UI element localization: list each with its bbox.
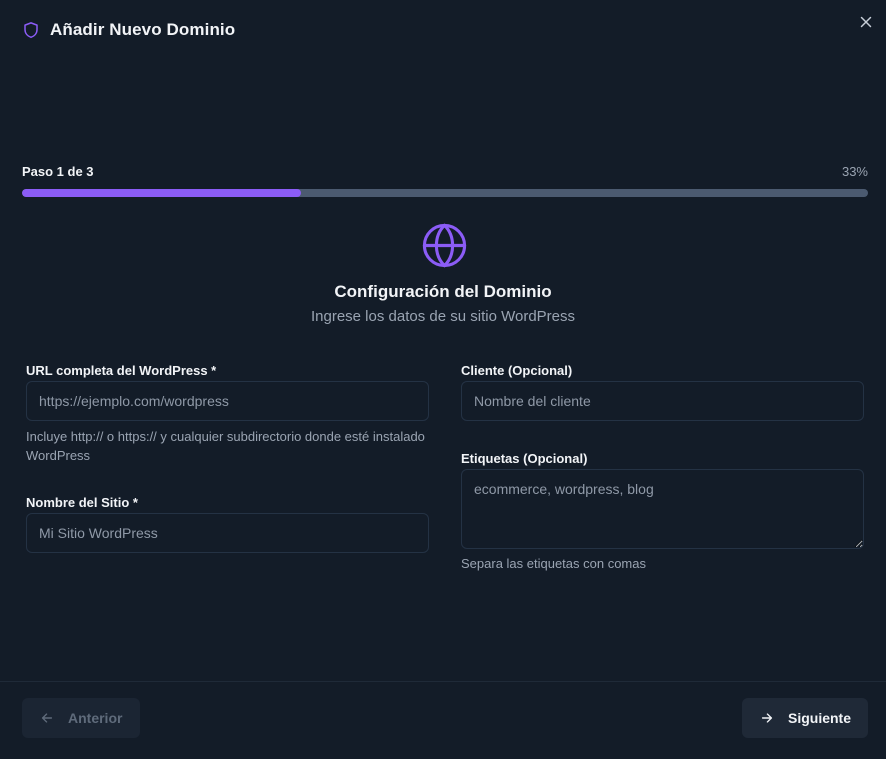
shield-icon [24,22,38,39]
arrow-left-icon [41,713,53,723]
modal-header: Añadir Nuevo Dominio [22,20,235,40]
modal-title: Añadir Nuevo Dominio [50,20,236,39]
site-name-label: Nombre del Sitio * [26,495,138,510]
globe-icon [422,223,467,268]
previous-button[interactable]: Anterior [22,698,140,738]
progress-bar [22,189,868,197]
progress-header: Paso 1 de 3 33% [22,164,868,179]
next-button[interactable]: Siguiente [742,698,868,738]
tags-label: Etiquetas (Opcional) [461,451,588,466]
tags-textarea[interactable] [461,469,864,549]
progress-percent: 33% [841,164,868,179]
section-title: Configuración del Dominio [334,282,552,301]
footer-divider [0,681,886,682]
section-subtitle: Ingrese los datos de su sitio WordPress [310,308,576,325]
client-input[interactable] [461,381,864,421]
add-domain-modal: Añadir Nuevo Dominio Paso 1 de 3 33% Con… [0,0,886,759]
arrow-right-icon [761,713,773,723]
url-input[interactable] [26,381,429,421]
next-button-label: Siguiente [788,710,852,726]
url-help: Incluye http:// o https:// y cualquier s… [26,429,425,463]
tags-help: Separa las etiquetas con comas [461,556,646,571]
site-name-input[interactable] [26,513,429,553]
progress-bar-fill [22,189,302,197]
previous-button-label: Anterior [68,710,123,726]
step-label: Paso 1 de 3 [22,164,94,179]
url-label: URL completa del WordPress * [26,363,217,378]
client-label: Cliente (Opcional) [461,363,573,378]
close-icon[interactable] [858,14,874,30]
